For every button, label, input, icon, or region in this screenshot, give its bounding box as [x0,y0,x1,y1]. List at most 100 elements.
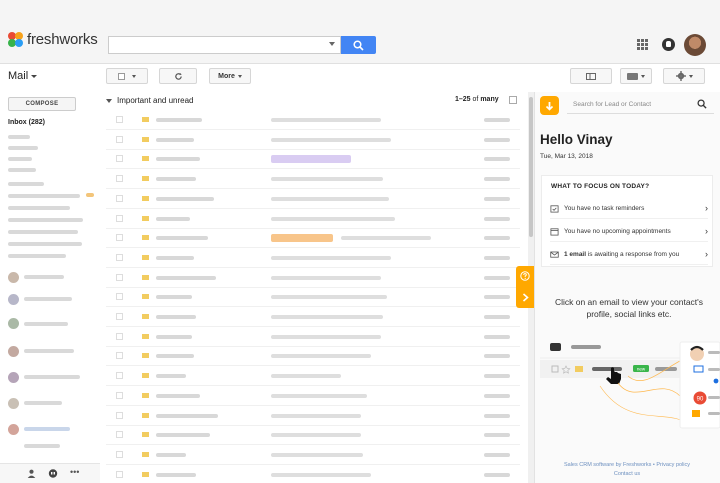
svg-text:90: 90 [697,396,704,402]
row-date-blurred [484,137,510,142]
row-label-chip [271,155,351,164]
important-marker-icon[interactable] [142,136,149,142]
table-row[interactable] [106,228,520,249]
help-button[interactable] [516,266,534,286]
pager-range: 1–25 [455,96,471,103]
row-sender-blurred [156,275,216,280]
focus-item-task-reminders[interactable]: You have no task reminders › [550,199,708,219]
refresh-button[interactable] [159,68,197,84]
row-checkbox[interactable] [116,175,123,183]
focus-item-appointments[interactable]: You have no upcoming appointments › [550,222,708,242]
row-checkbox[interactable] [116,273,123,281]
table-row[interactable] [106,465,520,483]
user-avatar[interactable] [684,34,706,56]
row-checkbox[interactable] [116,391,123,399]
split-pane-button[interactable] [570,68,612,84]
important-marker-icon[interactable] [142,471,149,477]
footer-crm-link[interactable]: Sales CRM software by Freshworks [564,462,651,468]
table-row[interactable] [106,386,520,406]
important-marker-icon[interactable] [142,215,149,221]
notifications-icon[interactable] [662,38,675,51]
row-checkbox[interactable] [116,214,123,222]
table-row[interactable] [106,445,520,465]
table-row[interactable] [106,110,520,130]
important-marker-icon[interactable] [142,195,149,201]
row-checkbox[interactable] [116,135,123,143]
important-marker-icon[interactable] [142,392,149,398]
important-marker-icon[interactable] [142,373,149,379]
help-icon [520,271,530,281]
important-marker-icon[interactable] [142,314,149,319]
table-row[interactable] [106,327,520,347]
search-icon[interactable] [697,99,707,109]
table-row[interactable] [106,268,520,288]
search-button[interactable] [341,36,376,54]
table-row[interactable] [106,425,520,446]
pager-options-button[interactable] [509,96,517,104]
more-options-icon[interactable]: ••• [70,467,79,477]
row-checkbox[interactable] [116,470,123,478]
more-button[interactable]: More [209,68,251,84]
important-marker-icon[interactable] [142,117,149,122]
row-checkbox[interactable] [116,234,123,242]
footer-privacy-link[interactable]: Privacy policy [656,462,690,468]
section-title: Important and unread [117,96,194,105]
table-row[interactable] [106,169,520,190]
input-tools-button[interactable] [620,68,652,84]
important-marker-icon[interactable] [142,432,149,438]
important-marker-icon[interactable] [142,254,149,260]
section-header-important-unread[interactable]: Important and unread [106,96,194,105]
row-checkbox[interactable] [116,116,123,123]
row-checkbox[interactable] [116,450,123,458]
important-marker-icon[interactable] [142,353,149,359]
important-marker-icon[interactable] [142,176,149,182]
row-checkbox[interactable] [116,332,123,340]
keyboard-icon [627,72,638,80]
select-checkbox-button[interactable] [106,68,148,84]
row-checkbox[interactable] [116,372,123,380]
important-marker-icon[interactable] [142,451,149,457]
contacts-icon[interactable] [27,469,36,478]
footer-contact-link[interactable]: Contact us [614,471,640,477]
mail-menu[interactable]: Mail [8,70,38,82]
freshworks-logo[interactable]: freshworks [8,31,98,48]
table-row[interactable] [106,366,520,387]
row-date-blurred [484,413,510,418]
lead-contact-search-input[interactable]: Search for Lead or Contact [567,96,714,114]
list-scroll-thumb[interactable] [529,97,533,237]
row-checkbox[interactable] [116,155,123,163]
table-row[interactable] [106,130,520,150]
row-checkbox[interactable] [116,352,123,360]
compose-button[interactable]: COMPOSE [8,97,76,111]
important-marker-icon[interactable] [142,156,149,162]
important-marker-icon[interactable] [142,235,149,241]
important-marker-icon[interactable] [142,333,149,339]
apps-grid-icon[interactable] [637,39,648,50]
table-row[interactable] [106,406,520,426]
row-checkbox[interactable] [116,194,123,202]
row-checkbox[interactable] [116,293,123,301]
focus-item-awaiting-email[interactable]: 1 email is awaiting a response from you … [550,245,708,265]
hangouts-icon[interactable] [48,469,58,479]
important-marker-icon[interactable] [142,274,149,280]
table-row[interactable] [106,346,520,367]
table-row[interactable] [106,189,520,209]
sidebar-item-inbox[interactable]: Inbox (282) [8,119,45,126]
row-checkbox[interactable] [116,431,123,439]
table-row[interactable] [106,209,520,229]
row-date-blurred [484,452,510,457]
important-marker-icon[interactable] [142,294,149,300]
important-marker-icon[interactable] [142,412,149,418]
table-row[interactable] [106,248,520,268]
search-input[interactable] [108,36,341,54]
row-checkbox[interactable] [116,411,123,419]
search-options-caret-icon[interactable] [329,42,335,46]
table-row[interactable] [106,149,520,170]
row-checkbox[interactable] [116,313,123,320]
collapse-panel-button[interactable] [516,286,534,308]
table-row[interactable] [106,307,520,327]
table-row[interactable] [106,287,520,308]
row-checkbox[interactable] [116,253,123,261]
row-sender-blurred [156,255,194,260]
settings-button[interactable] [663,68,705,84]
